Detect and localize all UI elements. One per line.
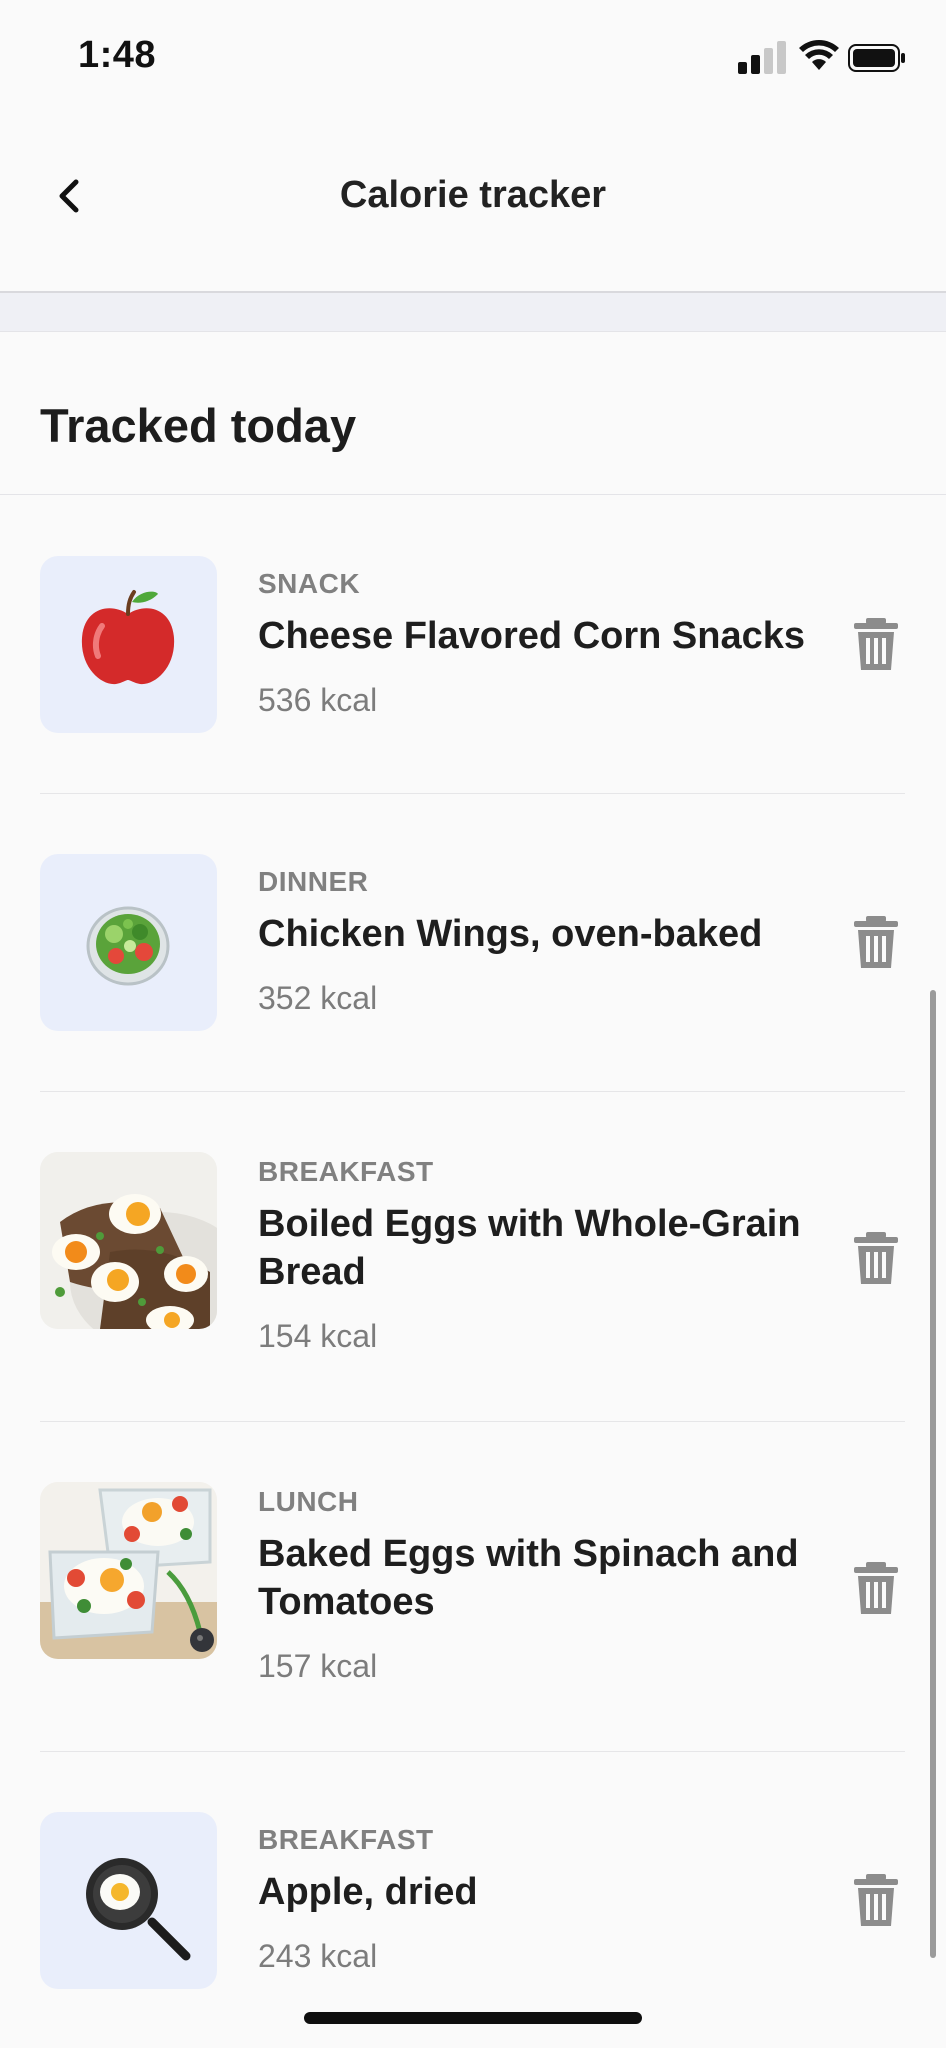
trash-icon[interactable] [852, 616, 900, 672]
meal-type: LUNCH [258, 1486, 359, 1517]
trash-icon[interactable] [852, 1872, 900, 1928]
divider [40, 1751, 905, 1752]
food-name: Chicken Wings, oven-baked [258, 913, 763, 955]
meal-type: BREAKFAST [258, 1824, 434, 1855]
calories: 536 kcal [258, 682, 378, 718]
food-name: Boiled Eggs with Whole-Grain Bread [258, 1203, 801, 1293]
signal-icon [738, 40, 786, 74]
calories: 352 kcal [258, 980, 378, 1016]
frying-pan-icon [86, 1858, 191, 1961]
divider [40, 1421, 905, 1422]
battery-icon [848, 44, 905, 72]
calories: 243 kcal [258, 1938, 378, 1974]
food-name: Apple, dried [258, 1871, 478, 1913]
meal-type: SNACK [258, 568, 361, 599]
status-time: 1:48 [78, 34, 157, 76]
food-name: Baked Eggs with Spinach and Tomatoes [258, 1533, 799, 1623]
food-thumbnail [40, 854, 217, 1031]
section-title: Tracked today [40, 399, 357, 452]
apple-icon [81, 590, 175, 685]
section-spacer [0, 293, 946, 332]
divider [40, 1091, 905, 1092]
salad-icon [86, 906, 170, 986]
home-indicator[interactable] [304, 2012, 642, 2024]
trash-icon[interactable] [852, 1560, 900, 1616]
meal-type: DINNER [258, 866, 369, 897]
calories: 157 kcal [258, 1648, 378, 1684]
list-item[interactable]: BREAKFAST Apple, dried 243 kcal [0, 1812, 946, 2012]
calories: 154 kcal [258, 1318, 378, 1354]
list-item[interactable]: BREAKFAST Boiled Eggs with Whole-Grain B… [0, 1152, 946, 1422]
food-photo [40, 1482, 217, 1659]
food-photo [40, 1152, 217, 1329]
list-item[interactable]: SNACK Cheese Flavored Corn Snacks 536 kc… [0, 556, 946, 793]
list-item[interactable]: DINNER Chicken Wings, oven-baked 352 kca… [0, 854, 946, 1091]
status-bar: 1:48 [0, 0, 946, 115]
wifi-icon [799, 40, 839, 70]
food-thumbnail [40, 1812, 217, 1989]
food-thumbnail [40, 556, 217, 733]
food-name: Cheese Flavored Corn Snacks [258, 615, 805, 657]
eggs-bread-photo [40, 1152, 217, 1329]
page-title: Calorie tracker [339, 174, 607, 216]
scrollbar[interactable] [930, 990, 936, 1958]
meal-type: BREAKFAST [258, 1156, 434, 1187]
list-item[interactable]: LUNCH Baked Eggs with Spinach and Tomato… [0, 1482, 946, 1752]
baked-eggs-photo [40, 1482, 217, 1659]
trash-icon[interactable] [852, 914, 900, 970]
trash-icon[interactable] [852, 1230, 900, 1286]
divider [0, 494, 946, 495]
divider [40, 793, 905, 794]
